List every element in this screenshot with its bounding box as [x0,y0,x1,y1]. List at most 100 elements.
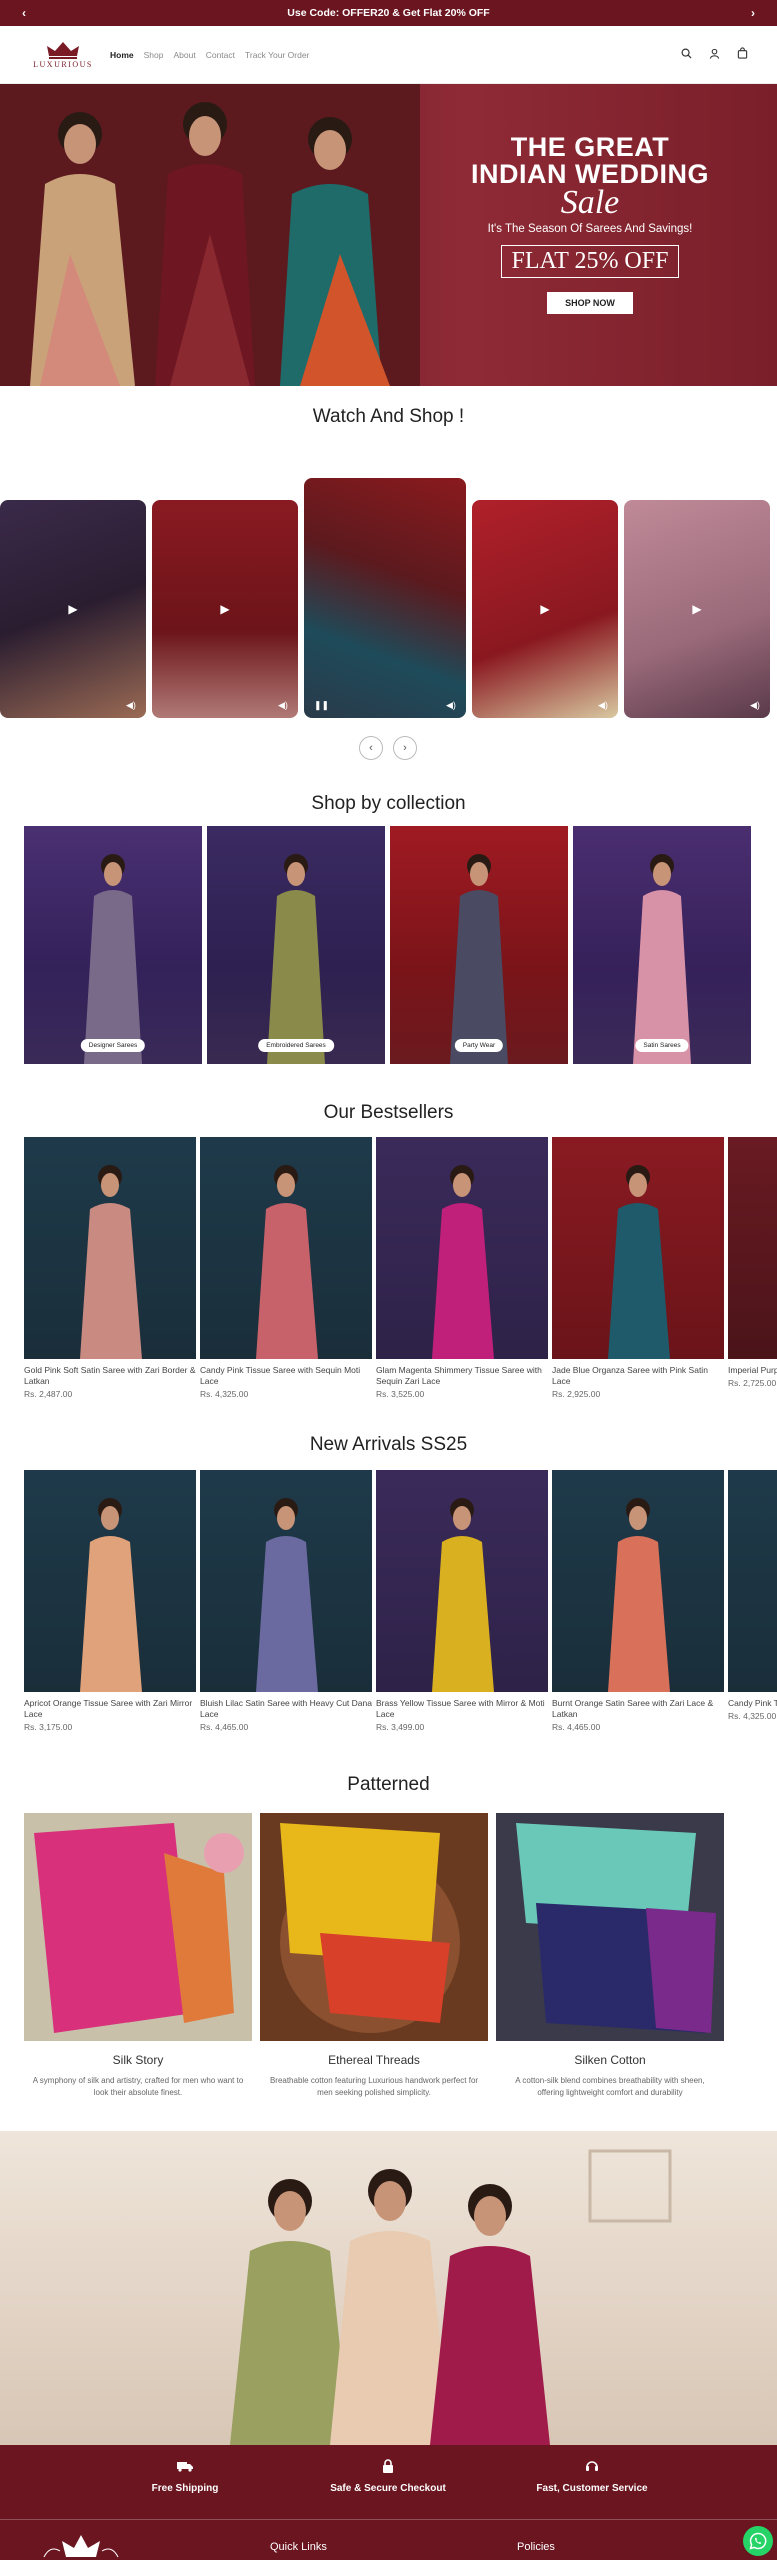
play-icon[interactable]: ▶ [68,602,77,616]
product-name: Burnt Orange Satin Saree with Zari Lace … [552,1698,714,1719]
nav-home[interactable]: Home [110,50,134,60]
main-nav: Home Shop About Contact Track Your Order [110,50,309,60]
pattern-title: Silken Cotton [574,2053,646,2067]
account-icon[interactable] [707,46,721,60]
product-price: Rs. 3,525.00 [376,1389,425,1399]
feature-free-shipping: Free Shipping [85,2459,285,2494]
announcement-bar: ‹ Use Code: OFFER20 & Get Flat 20% OFF › [0,0,777,26]
product-name: Candy Pink Ti [728,1698,777,1708]
product-card[interactable]: Candy Pink Ti Rs. 4,325.00 [728,1470,777,1721]
video-reel[interactable]: ▶ ◀) [472,500,618,718]
logo-text: LUXURIOUS [33,60,93,69]
site-header: LUXURIOUS Home Shop About Contact Track … [0,26,777,84]
product-card[interactable]: Imperial Purp Rs. 2,725.00 [728,1137,777,1388]
collection-image [633,854,691,1064]
nav-contact[interactable]: Contact [206,50,235,60]
collection-card[interactable]: Party Wear [390,826,568,1064]
video-reel[interactable]: ▶ ◀) [152,500,298,718]
product-card[interactable]: Glam Magenta Shimmery Tissue Saree with … [376,1137,548,1399]
footer-divider [0,2519,777,2520]
collection-label: Designer Sarees [80,1039,146,1052]
product-name: Bluish Lilac Satin Saree with Heavy Cut … [200,1698,372,1719]
announcement-prev-button[interactable]: ‹ [22,6,26,20]
product-card[interactable]: Burnt Orange Satin Saree with Zari Lace … [552,1470,724,1732]
nav-about[interactable]: About [173,50,195,60]
whatsapp-icon [749,2532,767,2550]
pattern-card[interactable]: Silken Cotton A cotton-silk blend combin… [496,1813,724,2099]
cart-icon[interactable] [735,46,749,60]
product-image [728,1137,777,1359]
product-price: Rs. 2,725.00 [728,1378,777,1388]
hero-tagline: It's The Season Of Sarees And Savings! [487,223,693,235]
bestsellers-title: Our Bestsellers [323,1102,454,1123]
patterned-title: Patterned [347,1774,430,1795]
collection-card[interactable]: Satin Sarees [573,826,751,1064]
carousel-prev-button[interactable]: ‹ [359,736,383,760]
product-card[interactable]: Gold Pink Soft Satin Saree with Zari Bor… [24,1137,196,1399]
collection-card[interactable]: Designer Sarees [24,826,202,1064]
product-name: Candy Pink Tissue Saree with Sequin Moti… [200,1365,361,1386]
video-reels: ▶ ◀) ▶ ◀) ❚❚ ◀) ▶ ◀) ▶ ◀) [0,476,777,721]
mute-icon[interactable]: ◀) [278,700,288,710]
product-image [376,1137,548,1359]
site-footer: Free Shipping Safe & Secure Checkout Fas… [0,2445,777,2560]
product-card[interactable]: Bluish Lilac Satin Saree with Heavy Cut … [200,1470,372,1732]
whatsapp-button[interactable] [743,2526,773,2556]
video-reel[interactable]: ▶ ◀) [0,500,146,718]
feature-secure-checkout: Safe & Secure Checkout [288,2459,488,2494]
pause-icon[interactable]: ❚❚ [314,700,329,710]
feature-label: Fast, Customer Service [536,2483,648,2494]
product-image [24,1470,196,1692]
watch-shop-title: Watch And Shop ! [312,406,465,427]
brand-logo[interactable]: LUXURIOUS [30,40,96,69]
carousel-next-button[interactable]: › [393,736,417,760]
pattern-desc: A symphony of silk and artistry, crafted… [32,2076,244,2097]
product-image [552,1137,724,1359]
pattern-card[interactable]: Ethereal Threads Breathable cotton featu… [260,1813,488,2099]
collection-label: Party Wear [454,1039,504,1052]
collection-label: Satin Sarees [635,1039,689,1052]
collection-image [84,854,142,1064]
product-name: Apricot Orange Tissue Saree with Zari Mi… [24,1698,193,1719]
play-icon[interactable]: ▶ [540,602,549,616]
lock-icon [383,2459,393,2473]
product-price: Rs. 4,325.00 [200,1389,249,1399]
product-card[interactable]: Brass Yellow Tissue Saree with Mirror & … [376,1470,548,1732]
mute-icon[interactable]: ◀) [126,700,136,710]
announcement-text: Use Code: OFFER20 & Get Flat 20% OFF [287,7,490,19]
product-card[interactable]: Apricot Orange Tissue Saree with Zari Mi… [24,1470,196,1732]
product-name: Gold Pink Soft Satin Saree with Zari Bor… [24,1365,196,1386]
nav-track-order[interactable]: Track Your Order [245,50,309,60]
product-name: Glam Magenta Shimmery Tissue Saree with … [376,1365,542,1386]
product-price: Rs. 4,465.00 [200,1722,249,1732]
collection-image [450,854,508,1064]
announcement-next-button[interactable]: › [751,6,755,20]
headset-icon [586,2461,598,2471]
product-card[interactable]: Candy Pink Tissue Saree with Sequin Moti… [200,1137,372,1399]
product-price: Rs. 2,925.00 [552,1389,601,1399]
hero-offer: FLAT 25% OFF [500,245,680,278]
feature-customer-service: Fast, Customer Service [492,2459,692,2494]
play-icon[interactable]: ▶ [220,602,229,616]
collection-card[interactable]: Embroidered Sarees [207,826,385,1064]
video-reel[interactable]: ▶ ◀) [624,500,770,718]
feature-label: Safe & Secure Checkout [330,2483,446,2494]
pattern-card[interactable]: Silk Story A symphony of silk and artist… [24,1813,252,2099]
nav-shop[interactable]: Shop [144,50,164,60]
truck-icon [177,2462,193,2472]
feature-label: Free Shipping [151,2483,219,2494]
mute-icon[interactable]: ◀) [750,700,760,710]
mute-icon[interactable]: ◀) [598,700,608,710]
product-card[interactable]: Jade Blue Organza Saree with Pink Satin … [552,1137,724,1399]
shop-now-button[interactable]: SHOP NOW [547,292,633,314]
header-icons [679,46,749,60]
search-icon[interactable] [679,46,693,60]
product-name: Brass Yellow Tissue Saree with Mirror & … [376,1698,545,1719]
video-reel-active[interactable]: ❚❚ ◀) [304,478,466,718]
hero-line-3: Sale [560,184,620,221]
lifestyle-banner [0,2131,777,2445]
collection-label: Embroidered Sarees [258,1039,334,1052]
mute-icon[interactable]: ◀) [446,700,456,710]
play-icon[interactable]: ▶ [692,602,701,616]
hero-banner[interactable]: THE GREAT INDIAN WEDDING Sale It's The S… [0,84,777,386]
